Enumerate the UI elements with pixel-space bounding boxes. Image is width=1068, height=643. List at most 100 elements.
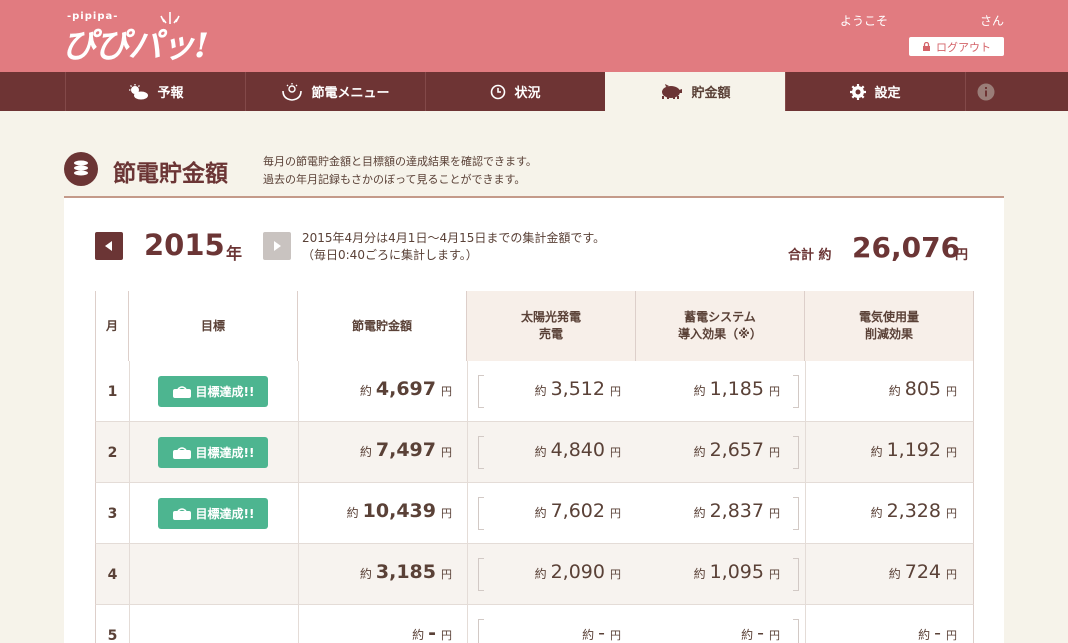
amount: 2,090 <box>550 561 605 583</box>
info-icon <box>977 83 994 100</box>
header-month: 月 <box>96 291 129 361</box>
tab-settings[interactable]: 設定 <box>785 72 965 111</box>
selected-year: 2015 <box>144 228 225 262</box>
tab-forecast-label: 予報 <box>157 86 184 101</box>
storage-value: 約-円 <box>741 605 780 643</box>
header-storage: 蓄電システム 導入効果（※） <box>636 291 805 361</box>
usage-value: 約 1,192 円 <box>871 422 957 483</box>
total-unit: 円 <box>955 248 969 263</box>
approx-prefix: 約 <box>870 445 883 459</box>
approx-prefix: 約 <box>888 567 901 581</box>
arrow-left-icon <box>105 241 112 251</box>
amount: 7,497 <box>375 439 436 461</box>
next-year-button[interactable] <box>263 232 291 260</box>
bracket-left <box>478 619 484 643</box>
amount: 724 <box>904 561 941 583</box>
approx-prefix: 約 <box>346 506 359 520</box>
bracket-right <box>793 497 799 530</box>
column-divider <box>467 422 468 483</box>
usage-value: 約 805 円 <box>889 361 957 422</box>
tab-savings-label: 貯金額 <box>691 86 731 101</box>
tab-status-label: 状況 <box>514 86 541 101</box>
savings-value: 約-円 <box>412 605 452 643</box>
amount: 3,185 <box>375 561 436 583</box>
month-cell: 4 <box>107 566 118 583</box>
yen-unit: 円 <box>946 385 957 398</box>
column-divider <box>298 605 299 643</box>
weather-icon <box>129 83 149 99</box>
tab-saving-menu[interactable]: 節電メニュー <box>245 72 425 111</box>
column-divider <box>298 544 299 605</box>
approx-prefix: 約 <box>582 628 595 642</box>
column-divider <box>467 361 468 422</box>
yen-unit: 円 <box>441 507 452 520</box>
column-divider <box>298 422 299 483</box>
column-divider <box>467 605 468 643</box>
savings-value: 約 10,439 円 <box>347 483 452 544</box>
badge-label: 目標達成!! <box>195 385 255 399</box>
tab-savings[interactable]: 貯金額 <box>605 72 785 111</box>
bracket-right <box>793 436 799 469</box>
piggy-bank-icon <box>662 83 683 99</box>
month-cell: 3 <box>107 505 118 522</box>
yen-unit: 円 <box>946 507 957 520</box>
prev-year-button[interactable] <box>95 232 123 260</box>
storage-value: 約 1,095 円 <box>694 544 780 605</box>
yen-unit: 円 <box>610 446 621 459</box>
bracket-right <box>793 619 799 643</box>
yen-unit: 円 <box>441 568 452 581</box>
yen-unit: 円 <box>769 629 780 642</box>
column-divider <box>129 483 130 544</box>
month-cell: 1 <box>107 383 118 400</box>
purse-icon <box>172 385 191 398</box>
purse-icon <box>172 507 191 520</box>
storage-value: 約 2,657 円 <box>694 422 780 483</box>
tab-saving-menu-label: 節電メニュー <box>311 86 390 101</box>
column-divider <box>298 483 299 544</box>
table-row: 5約-円約-円約-円約-円 <box>95 605 974 643</box>
year-unit: 年 <box>226 244 243 263</box>
yen-unit: 円 <box>610 629 621 642</box>
amount: - <box>934 622 941 643</box>
table-row: 1 目標達成!! 約 4,697 円約 3,512 円約 1,185 円約 805 円 <box>95 361 974 422</box>
amount: 2,328 <box>886 500 941 522</box>
page-title: 節電貯金額 <box>113 161 228 187</box>
logout-label: ログアウト <box>936 40 991 54</box>
hands-icon <box>282 82 303 101</box>
main-nav: 予報 節電メニュー 状況 貯金額 設定 <box>0 72 1068 111</box>
goal-achieved-badge: 目標達成!! <box>158 437 268 468</box>
app-logo[interactable]: ぴぴパッ! <box>62 18 209 67</box>
approx-prefix: 約 <box>412 628 425 642</box>
approx-prefix: 約 <box>693 506 706 520</box>
savings-value: 約 7,497 円 <box>360 422 452 483</box>
arrow-right-icon <box>274 241 281 251</box>
savings-value: 約 3,185 円 <box>360 544 452 605</box>
clock-icon <box>491 84 506 99</box>
column-divider <box>805 361 806 422</box>
amount: 2,657 <box>709 439 764 461</box>
yen-unit: 円 <box>769 568 780 581</box>
amount: 2,837 <box>709 500 764 522</box>
approx-prefix: 約 <box>534 384 547 398</box>
tab-settings-label: 設定 <box>874 86 901 101</box>
table-row: 3 目標達成!! 約 10,439 円約 7,602 円約 2,837 円約 2,328 円 <box>95 483 974 544</box>
logout-button[interactable]: ログアウト <box>909 37 1004 56</box>
column-divider <box>805 605 806 643</box>
table-row: 4 約 3,185 円約 2,090 円約 1,095 円約 724 円 <box>95 544 974 605</box>
solar-value: 約-円 <box>582 605 621 643</box>
logo-sparkle-icon <box>160 12 180 24</box>
bracket-left <box>478 436 484 469</box>
approx-prefix: 約 <box>870 506 883 520</box>
info-button[interactable] <box>965 72 1005 111</box>
column-divider <box>467 544 468 605</box>
lock-icon <box>923 42 930 51</box>
aggregation-note: 2015年4月分は4月1日〜4月15日までの集計金額です。 （毎日0:40ごろに… <box>302 230 605 264</box>
yen-unit: 円 <box>441 385 452 398</box>
approx-prefix: 約 <box>693 567 706 581</box>
usage-value: 約 2,328 円 <box>871 483 957 544</box>
amount: 805 <box>904 378 941 400</box>
tab-status[interactable]: 状況 <box>425 72 605 111</box>
yen-unit: 円 <box>610 385 621 398</box>
yen-unit: 円 <box>769 385 780 398</box>
tab-forecast[interactable]: 予報 <box>65 72 245 111</box>
